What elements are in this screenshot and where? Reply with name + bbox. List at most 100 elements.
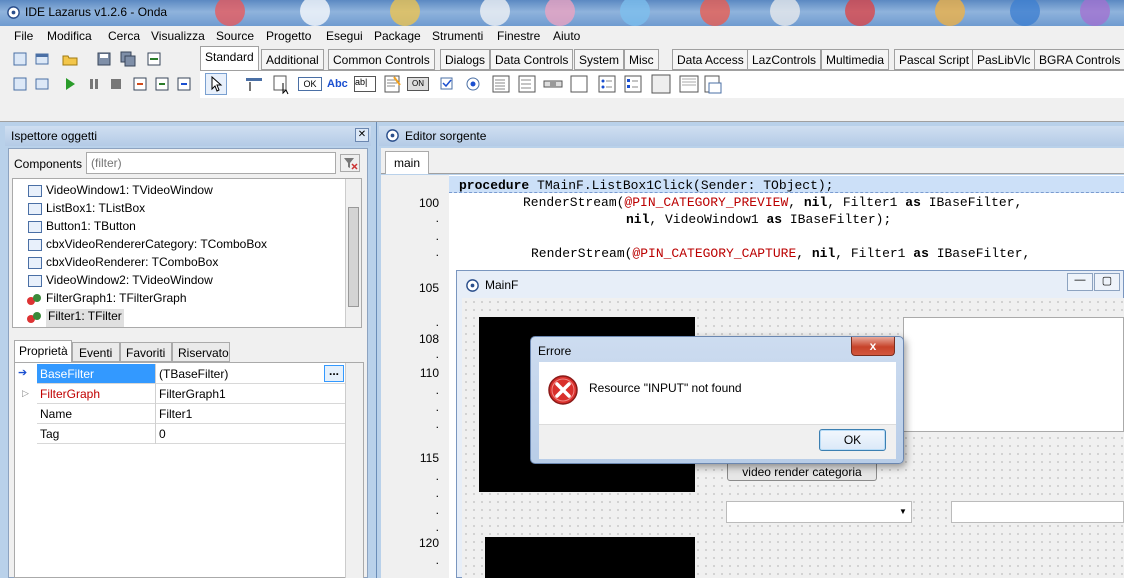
desktop-icon bbox=[700, 0, 730, 26]
tree-item-button1[interactable]: Button1: TButton bbox=[28, 219, 136, 237]
tab-data-access[interactable]: Data Access bbox=[672, 49, 749, 70]
close-icon[interactable]: ✕ bbox=[355, 128, 369, 142]
tree-item-cbxvideorenderercategory[interactable]: cbxVideoRendererCategory: TComboBox bbox=[28, 237, 267, 255]
stop-icon[interactable] bbox=[108, 76, 124, 92]
menu-visualizza[interactable]: Visualizza bbox=[151, 29, 205, 43]
menu-finestre[interactable]: Finestre bbox=[497, 29, 540, 43]
source-editor-titlebar: Editor sorgente bbox=[379, 126, 1124, 146]
actionlist-icon[interactable] bbox=[702, 73, 724, 95]
menu-source[interactable]: Source bbox=[216, 29, 254, 43]
components-filter-input[interactable] bbox=[86, 152, 336, 174]
save-icon[interactable] bbox=[96, 51, 112, 67]
tab-riservato[interactable]: Riservato bbox=[172, 342, 230, 362]
expand-arrow-icon[interactable]: ▷ bbox=[22, 388, 29, 399]
line-dot: . bbox=[435, 469, 439, 483]
tree-item-filter1[interactable]: Filter1: TFilter bbox=[27, 309, 124, 327]
desktop-icon bbox=[1010, 0, 1040, 26]
menu-modifica[interactable]: Modifica bbox=[47, 29, 92, 43]
edit-icon[interactable]: ab| bbox=[354, 76, 376, 92]
tab-eventi[interactable]: Eventi bbox=[72, 342, 120, 362]
checkbox-icon[interactable] bbox=[436, 73, 458, 95]
label-icon[interactable]: Abc bbox=[327, 78, 349, 92]
checkgroup-icon[interactable] bbox=[622, 73, 644, 95]
tab-standard[interactable]: Standard bbox=[200, 46, 259, 70]
close-button[interactable]: x bbox=[851, 337, 895, 356]
tab-main[interactable]: main bbox=[385, 151, 429, 174]
filter-component-icon bbox=[27, 294, 41, 305]
listbox1[interactable] bbox=[903, 317, 1124, 432]
radiobutton-icon[interactable] bbox=[462, 73, 484, 95]
tab-common-controls[interactable]: Common Controls bbox=[328, 49, 435, 70]
togglebox-icon[interactable]: ON bbox=[407, 77, 429, 91]
open-folder-icon[interactable] bbox=[62, 51, 78, 67]
menu-strumenti[interactable]: Strumenti bbox=[432, 29, 483, 43]
property-row-basefilter[interactable]: BaseFilter (TBaseFilter) ... bbox=[37, 364, 345, 384]
tab-favoriti[interactable]: Favoriti bbox=[120, 342, 172, 362]
cbx-video-renderer-category[interactable]: ▼ bbox=[726, 501, 912, 523]
menu-esegui[interactable]: Esegui bbox=[326, 29, 363, 43]
property-row-name[interactable]: Name Filter1 bbox=[37, 404, 345, 424]
tab-dialogs[interactable]: Dialogs bbox=[440, 49, 491, 70]
property-row-tag[interactable]: Tag 0 bbox=[37, 424, 345, 444]
panel-icon[interactable] bbox=[650, 73, 672, 95]
menu-aiuto[interactable]: Aiuto bbox=[553, 29, 580, 43]
property-row-filtergraph[interactable]: FilterGraph FilterGraph1 bbox=[37, 384, 345, 404]
step-out-icon[interactable] bbox=[176, 76, 192, 92]
property-scrollbar[interactable] bbox=[345, 363, 363, 578]
pause-icon[interactable] bbox=[86, 76, 102, 92]
tab-lazcontrols[interactable]: LazControls bbox=[747, 49, 822, 70]
video-render-categoria-button[interactable]: video render categoria bbox=[727, 461, 877, 481]
menu-cerca[interactable]: Cerca bbox=[108, 29, 140, 43]
combobox-icon[interactable] bbox=[516, 73, 538, 95]
view-forms-icon[interactable] bbox=[34, 76, 50, 92]
radiogroup-icon[interactable] bbox=[596, 73, 618, 95]
listbox-icon[interactable] bbox=[490, 73, 512, 95]
pointer-icon[interactable] bbox=[205, 73, 227, 95]
toggle-form-icon[interactable] bbox=[146, 51, 162, 67]
memo-icon[interactable] bbox=[382, 73, 404, 95]
tree-item-videowindow2[interactable]: VideoWindow2: TVideoWindow bbox=[28, 273, 213, 291]
chevron-down-icon[interactable]: ▼ bbox=[899, 507, 907, 516]
popupmenu-icon[interactable] bbox=[271, 73, 293, 95]
new-form-icon[interactable] bbox=[34, 51, 50, 67]
tab-misc[interactable]: Misc bbox=[624, 49, 659, 70]
frame-icon[interactable] bbox=[678, 73, 700, 95]
tab-paslibvlc[interactable]: PasLibVlc bbox=[972, 49, 1036, 70]
step-into-icon[interactable] bbox=[132, 76, 148, 92]
mainmenu-icon[interactable] bbox=[243, 73, 265, 95]
save-all-icon[interactable] bbox=[120, 51, 136, 67]
tab-multimedia[interactable]: Multimedia bbox=[821, 49, 890, 70]
tab-data-controls[interactable]: Data Controls bbox=[490, 49, 574, 70]
filter-clear-icon[interactable] bbox=[340, 154, 360, 172]
tree-item-videowindow1[interactable]: VideoWindow1: TVideoWindow bbox=[28, 183, 213, 201]
ok-button[interactable]: OK bbox=[819, 429, 886, 451]
line-number: 108 bbox=[418, 332, 439, 346]
step-over-icon[interactable] bbox=[154, 76, 170, 92]
tab-additional[interactable]: Additional bbox=[261, 49, 324, 70]
videowindow2[interactable] bbox=[485, 537, 695, 578]
groupbox-icon[interactable] bbox=[568, 73, 590, 95]
view-units-icon[interactable] bbox=[12, 76, 28, 92]
menu-progetto[interactable]: Progetto bbox=[266, 29, 311, 43]
run-icon[interactable] bbox=[62, 76, 78, 92]
error-message: Resource "INPUT" not found bbox=[589, 381, 742, 395]
tree-item-listbox1[interactable]: ListBox1: TListBox bbox=[28, 201, 145, 219]
tree-item-cbxvideorenderer[interactable]: cbxVideoRenderer: TComboBox bbox=[28, 255, 218, 273]
tree-item-filtergraph1[interactable]: FilterGraph1: TFilterGraph bbox=[27, 291, 187, 309]
line-number: 100 bbox=[418, 196, 439, 210]
ellipsis-button[interactable]: ... bbox=[324, 365, 344, 382]
code-line: RenderStream(@PIN_CATEGORY_PREVIEW, nil,… bbox=[523, 195, 1023, 210]
scrollbar-icon[interactable] bbox=[542, 73, 564, 95]
tree-scrollbar[interactable] bbox=[345, 179, 361, 327]
menu-file[interactable]: File bbox=[14, 29, 33, 43]
tab-bgra-controls[interactable]: BGRA Controls bbox=[1034, 49, 1124, 70]
tab-pascal-script[interactable]: Pascal Script bbox=[894, 49, 975, 70]
cbx-video-renderer[interactable] bbox=[951, 501, 1124, 523]
tab-proprieta[interactable]: Proprietà bbox=[14, 340, 72, 362]
menu-package[interactable]: Package bbox=[374, 29, 421, 43]
button-icon[interactable]: OK bbox=[298, 77, 322, 91]
maximize-icon[interactable]: ▢ bbox=[1094, 273, 1120, 291]
tab-system[interactable]: System bbox=[574, 49, 625, 70]
new-unit-icon[interactable] bbox=[12, 51, 28, 67]
minimize-icon[interactable]: — bbox=[1067, 273, 1093, 291]
